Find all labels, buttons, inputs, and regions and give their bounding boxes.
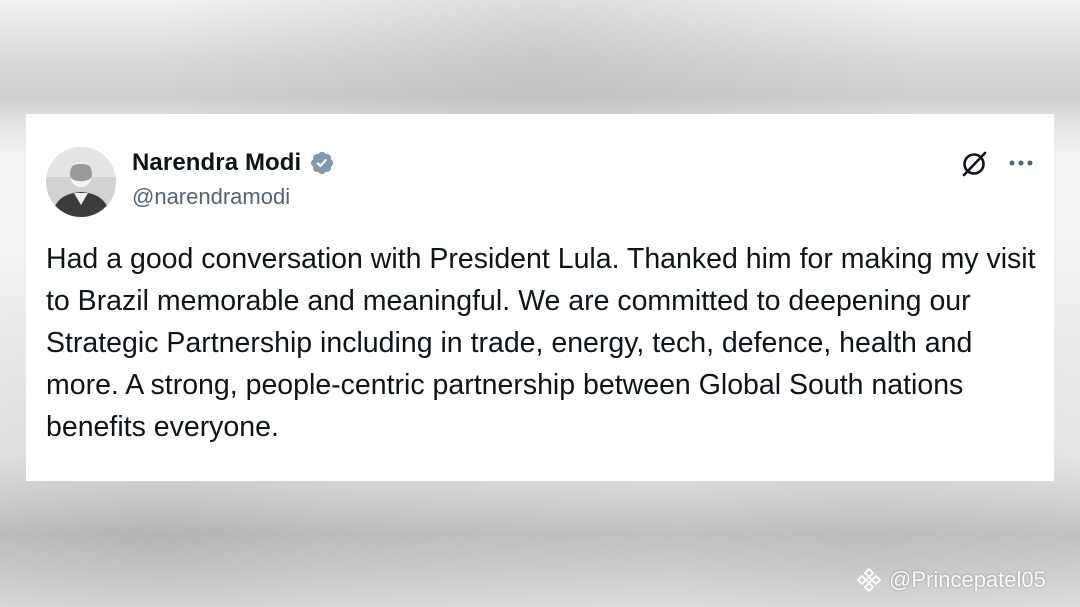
author-display-name[interactable]: Narendra Modi (132, 149, 301, 177)
avatar-image (46, 147, 116, 217)
watermark: @Princepatel05 (855, 566, 1046, 594)
author-name-row: Narendra Modi (132, 148, 335, 178)
verified-badge-icon (309, 150, 335, 176)
avatar[interactable] (46, 147, 116, 217)
more-options-icon[interactable] (1006, 150, 1036, 176)
post-text: Had a good conversation with President L… (46, 243, 1036, 443)
post-card: Narendra Modi @narendramodi Had a good c… (26, 114, 1054, 481)
author-handle[interactable]: @narendramodi (132, 184, 290, 210)
watermark-text: @Princepatel05 (889, 567, 1046, 592)
binance-logo-icon (856, 567, 882, 593)
grok-icon[interactable] (958, 148, 990, 180)
